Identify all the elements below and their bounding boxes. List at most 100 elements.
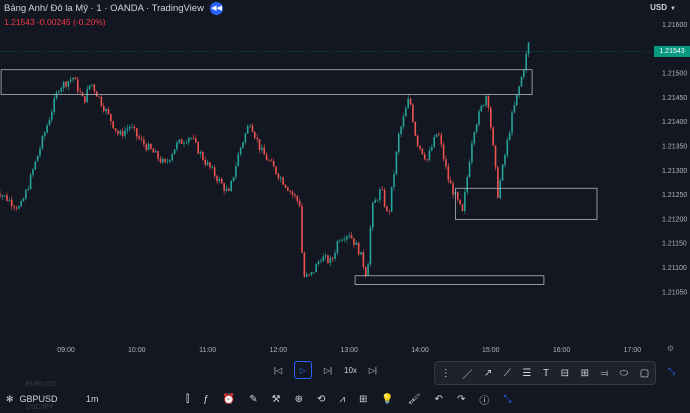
candle-body — [256, 137, 258, 140]
info-line-icon[interactable]: ⟋ — [504, 368, 511, 379]
candle-body — [232, 176, 235, 181]
candle-body — [235, 166, 237, 177]
candle-body — [117, 130, 119, 135]
playback-controls: |◁ ▷ ▷| 10x ▷| — [270, 361, 381, 379]
candle-body — [383, 190, 386, 207]
time-tick: 17:00 — [624, 347, 642, 354]
trend-line-icon[interactable]: ／ — [462, 366, 472, 381]
compare-icon[interactable]: ⩘ — [339, 394, 345, 405]
candle-body — [258, 139, 261, 151]
candle-body — [525, 53, 527, 71]
candle-body — [464, 192, 466, 211]
symbol-selector[interactable]: ✻ GBPUSD — [6, 394, 76, 405]
candle-body — [183, 143, 185, 144]
settings-icon[interactable]: ⚙ — [667, 344, 674, 353]
speed-label[interactable]: 10x — [344, 366, 357, 375]
fullscreen-icon[interactable]: ⤡ — [503, 394, 511, 405]
candle-body — [518, 86, 520, 95]
candle-body — [426, 159, 428, 160]
candle-body — [334, 252, 336, 259]
candle-body — [154, 151, 157, 153]
templates-icon[interactable]: ⊞ — [359, 394, 367, 405]
replay-icon[interactable]: ⟲ — [317, 394, 325, 405]
candle-body — [202, 152, 204, 161]
candle-body — [22, 198, 25, 202]
candle-body — [440, 135, 443, 145]
candle-body — [43, 132, 46, 137]
candle-body — [466, 177, 468, 193]
measure-icon[interactable]: ⊟ — [561, 368, 569, 379]
candle-body — [478, 111, 480, 125]
ray-icon[interactable]: ↗ — [484, 368, 492, 379]
candle-body — [15, 207, 18, 209]
candle-body — [381, 189, 384, 191]
parallel-channel-icon[interactable]: ⫤ — [601, 368, 609, 379]
candle-body — [216, 176, 218, 182]
candle-body — [461, 204, 464, 211]
symbol-label: GBPUSD — [19, 394, 58, 404]
crosshair-icon[interactable]: ⊕ — [295, 394, 303, 405]
candle-body — [272, 161, 275, 167]
paintbrush-icon[interactable]: 🖌 — [408, 394, 421, 405]
candle-body — [506, 139, 509, 156]
candle-body — [143, 139, 145, 145]
candle-body — [60, 88, 63, 92]
text-tool-icon[interactable]: T — [543, 368, 549, 379]
candle-body — [412, 104, 414, 122]
candle-body — [46, 125, 48, 133]
time-tick: 11:00 — [199, 347, 216, 354]
fib-retracement-icon[interactable]: ☰ — [522, 368, 531, 379]
candle-body — [317, 261, 320, 264]
current-price-tag: 1.21543 — [654, 46, 690, 58]
candle-body — [431, 147, 433, 151]
candle-body — [405, 108, 407, 117]
candle-body — [206, 162, 209, 165]
candle-body — [211, 167, 214, 168]
position-icon[interactable]: ⊞ — [581, 368, 589, 379]
ellipse-icon[interactable]: ⬭ — [620, 368, 629, 379]
candle-body — [98, 96, 100, 98]
redo-icon[interactable]: ↷ — [457, 394, 465, 405]
play-icon[interactable]: ▷ — [294, 361, 312, 379]
candle-body — [294, 194, 296, 196]
candle-body — [305, 274, 308, 277]
candle-body — [329, 258, 332, 263]
candle-body — [520, 76, 523, 87]
price-tick: 1.21050 — [662, 289, 687, 296]
interval-selector[interactable]: 1m — [86, 394, 186, 404]
candle-body — [249, 125, 251, 127]
price-tick: 1.21350 — [662, 144, 687, 151]
candle-body — [433, 137, 435, 148]
collapse-icon[interactable]: ⤡ — [668, 366, 675, 377]
candle-style-icon[interactable]: ⫿ — [186, 394, 189, 405]
candle-body — [10, 199, 13, 207]
price-chart[interactable]: 1.216001.215501.215001.214501.214001.213… — [0, 0, 690, 360]
step-back-icon[interactable]: |◁ — [270, 362, 286, 378]
candle-body — [282, 177, 284, 185]
info-icon[interactable]: ⓘ — [479, 392, 489, 407]
time-tick: 09:00 — [57, 347, 75, 354]
jump-end-icon[interactable]: ▷| — [365, 362, 381, 378]
candle-body — [77, 79, 79, 92]
step-forward-icon[interactable]: ▷| — [320, 362, 336, 378]
magnet-icon[interactable]: ⚒ — [272, 394, 281, 405]
undo-icon[interactable]: ↶ — [435, 394, 443, 405]
candle-body — [119, 131, 122, 135]
candle-body — [350, 235, 353, 239]
candle-body — [192, 137, 195, 139]
candle-body — [185, 142, 188, 144]
candle-body — [197, 142, 199, 154]
candle-body — [74, 77, 77, 80]
candle-body — [289, 191, 291, 192]
indicators-icon[interactable]: ƒ — [203, 394, 209, 405]
rectangle-icon[interactable]: ▢ — [640, 368, 649, 379]
drag-handle-icon[interactable]: ⋮ — [441, 368, 451, 379]
candle-body — [341, 239, 343, 241]
candle-body — [239, 147, 242, 155]
alert-icon[interactable]: ⏰ — [223, 394, 235, 405]
candle-body — [178, 139, 181, 143]
candle-body — [218, 179, 221, 182]
candle-body — [254, 132, 256, 138]
idea-icon[interactable]: 💡 — [381, 394, 393, 405]
pen-icon[interactable]: ✎ — [249, 394, 257, 405]
